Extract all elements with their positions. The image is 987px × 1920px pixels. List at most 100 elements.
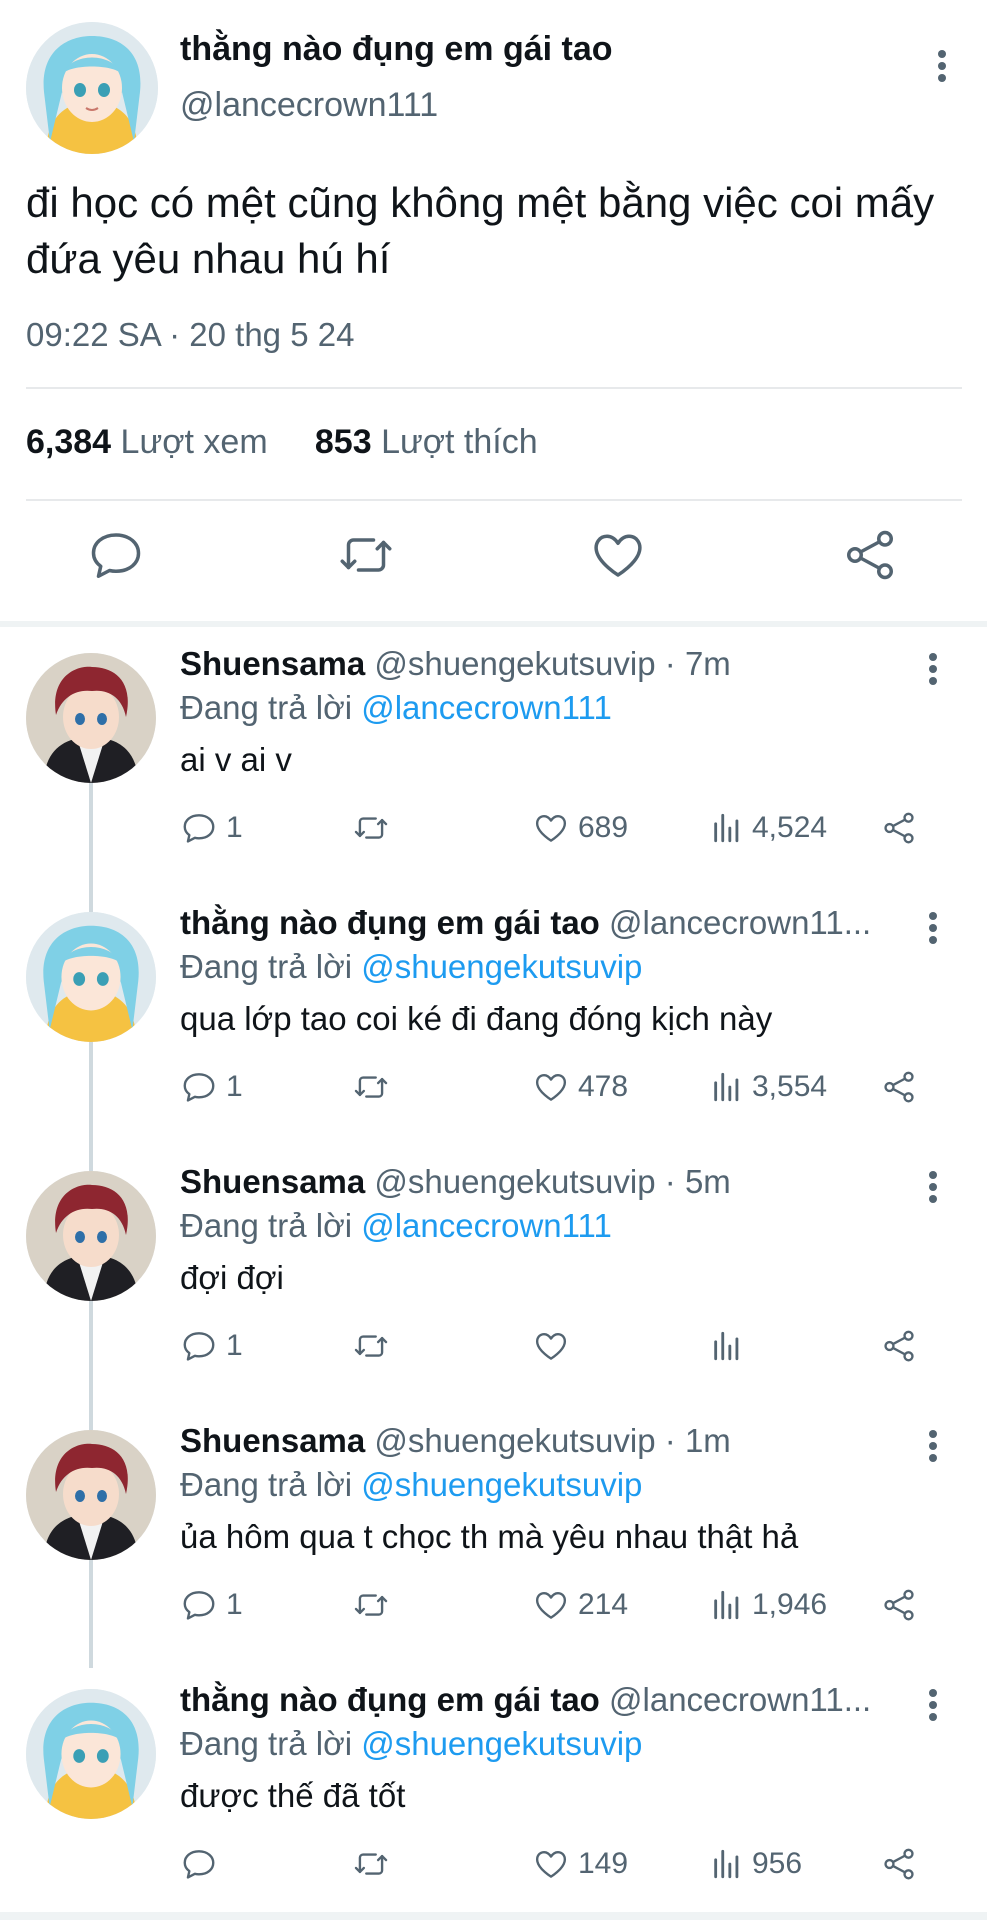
reply-author-name[interactable]: thằng nào đụng em gái tao <box>180 1681 600 1718</box>
share-icon <box>884 1589 914 1621</box>
retweet-icon[interactable] <box>336 525 396 585</box>
more-vertical-icon[interactable] <box>921 908 945 948</box>
divider <box>26 387 962 389</box>
mention-link[interactable]: @shuengekutsuvip <box>361 1725 642 1762</box>
views-button[interactable]: 3,554 <box>710 1064 827 1110</box>
reply-button[interactable]: 1 <box>180 1323 243 1369</box>
like-icon[interactable] <box>588 525 648 585</box>
reply-author-name[interactable]: Shuensama <box>180 645 365 682</box>
views-icon <box>714 1072 739 1102</box>
like-icon <box>535 1332 567 1360</box>
author-handle[interactable]: @lancecrown111 <box>180 86 438 125</box>
share-button[interactable] <box>880 1582 918 1628</box>
retweet-button[interactable] <box>352 1064 398 1110</box>
section-divider <box>0 621 987 627</box>
like-button[interactable] <box>532 1323 578 1369</box>
share-icon <box>884 812 914 844</box>
reply-header: thằng nào đụng em gái tao @lancecrown11.… <box>180 904 900 942</box>
share-button[interactable] <box>880 805 918 851</box>
retweet-button[interactable] <box>352 1841 398 1887</box>
reply-count: 1 <box>226 811 243 844</box>
likes-count[interactable]: 853 <box>315 423 372 461</box>
share-icon[interactable] <box>840 525 900 585</box>
tweet-action-bar <box>0 525 987 605</box>
reply-button[interactable] <box>180 1841 226 1887</box>
more-vertical-icon[interactable] <box>921 1685 945 1725</box>
reply-action-bar: 1 <box>180 1323 940 1373</box>
like-button[interactable]: 214 <box>532 1582 628 1628</box>
share-button[interactable] <box>880 1064 918 1110</box>
like-button[interactable]: 478 <box>532 1064 628 1110</box>
reply-author-handle[interactable]: @lancecrown11... <box>609 1681 871 1718</box>
reply-action-bar: 1 478 3,554 <box>180 1064 940 1114</box>
share-icon <box>884 1330 914 1362</box>
views-button[interactable]: 1,946 <box>710 1582 827 1628</box>
avatar[interactable] <box>26 22 158 154</box>
more-vertical-icon[interactable] <box>921 1426 945 1466</box>
like-button[interactable]: 689 <box>532 805 628 851</box>
main-tweet: thằng nào đụng em gái tao @lancecrown111… <box>0 0 987 620</box>
reply-author-name[interactable]: Shuensama <box>180 1163 365 1200</box>
avatar[interactable] <box>26 1171 156 1301</box>
reply-author-name[interactable]: Shuensama <box>180 1422 365 1459</box>
retweet-icon <box>354 1853 388 1875</box>
views-button[interactable]: 956 <box>710 1841 802 1887</box>
like-button[interactable]: 149 <box>532 1841 628 1887</box>
retweet-icon <box>354 1076 388 1098</box>
share-button[interactable] <box>880 1323 918 1369</box>
reply-author-handle[interactable]: @lancecrown11... <box>609 904 871 941</box>
mention-link[interactable]: @shuengekutsuvip <box>361 1466 642 1503</box>
reply-button[interactable]: 1 <box>180 1064 243 1110</box>
avatar[interactable] <box>26 912 156 1042</box>
replying-to: Đang trả lời @lancecrown111 <box>180 1207 612 1245</box>
replying-label: Đang trả lời <box>180 1466 353 1503</box>
reply-author-handle[interactable]: @shuengekutsuvip <box>374 645 655 682</box>
reply-icon[interactable] <box>86 525 146 585</box>
replying-label: Đang trả lời <box>180 948 353 985</box>
views-button[interactable] <box>710 1323 752 1369</box>
like-count: 478 <box>578 1070 629 1103</box>
retweet-button[interactable] <box>352 1323 398 1369</box>
reply-action-bar: 1 689 4,524 <box>180 805 940 855</box>
tweet-timestamp[interactable]: 09:22 SA · 20 thg 5 24 <box>26 316 354 354</box>
retweet-button[interactable] <box>352 805 398 851</box>
reply-icon <box>183 1591 215 1620</box>
views-icon <box>714 813 739 843</box>
reply-header: Shuensama @shuengekutsuvip · 1m <box>180 1422 900 1460</box>
retweet-button[interactable] <box>352 1582 398 1628</box>
more-vertical-icon[interactable] <box>930 46 954 86</box>
views-button[interactable]: 4,524 <box>710 805 827 851</box>
section-divider <box>0 1912 987 1920</box>
more-vertical-icon[interactable] <box>921 1167 945 1207</box>
views-count: 1,946 <box>752 1588 828 1621</box>
like-count: 214 <box>578 1588 629 1621</box>
reply-action-bar: 149 956 <box>180 1841 940 1891</box>
reply-author-handle[interactable]: @shuengekutsuvip <box>374 1163 655 1200</box>
mention-link[interactable]: @lancecrown111 <box>361 689 612 726</box>
author-name[interactable]: thằng nào đụng em gái tao <box>180 30 613 69</box>
share-button[interactable] <box>880 1841 918 1887</box>
avatar[interactable] <box>26 1430 156 1560</box>
mention-link[interactable]: @shuengekutsuvip <box>361 948 642 985</box>
retweet-icon <box>354 1594 388 1616</box>
reply-icon <box>183 814 215 843</box>
reply-icon <box>183 1073 215 1102</box>
reply-time: · 1m <box>664 1422 731 1459</box>
avatar[interactable] <box>26 653 156 783</box>
more-vertical-icon[interactable] <box>921 649 945 689</box>
likes-label[interactable]: Lượt thích <box>381 423 538 461</box>
reply-icon <box>183 1850 215 1879</box>
views-count: 956 <box>752 1847 803 1880</box>
reply-header: Shuensama @shuengekutsuvip · 5m <box>180 1163 900 1201</box>
reply-button[interactable]: 1 <box>180 805 243 851</box>
divider <box>26 499 962 501</box>
mention-link[interactable]: @lancecrown111 <box>361 1207 612 1244</box>
reply-text: ai v ai v <box>180 741 292 778</box>
reply-author-handle[interactable]: @shuengekutsuvip <box>374 1422 655 1459</box>
reply-button[interactable]: 1 <box>180 1582 243 1628</box>
reply-header: thằng nào đụng em gái tao @lancecrown11.… <box>180 1681 900 1719</box>
reply-text: ủa hôm qua t chọc th mà yêu nhau thật hả <box>180 1518 799 1555</box>
avatar[interactable] <box>26 1689 156 1819</box>
retweet-icon <box>354 817 388 839</box>
reply-author-name[interactable]: thằng nào đụng em gái tao <box>180 904 600 941</box>
